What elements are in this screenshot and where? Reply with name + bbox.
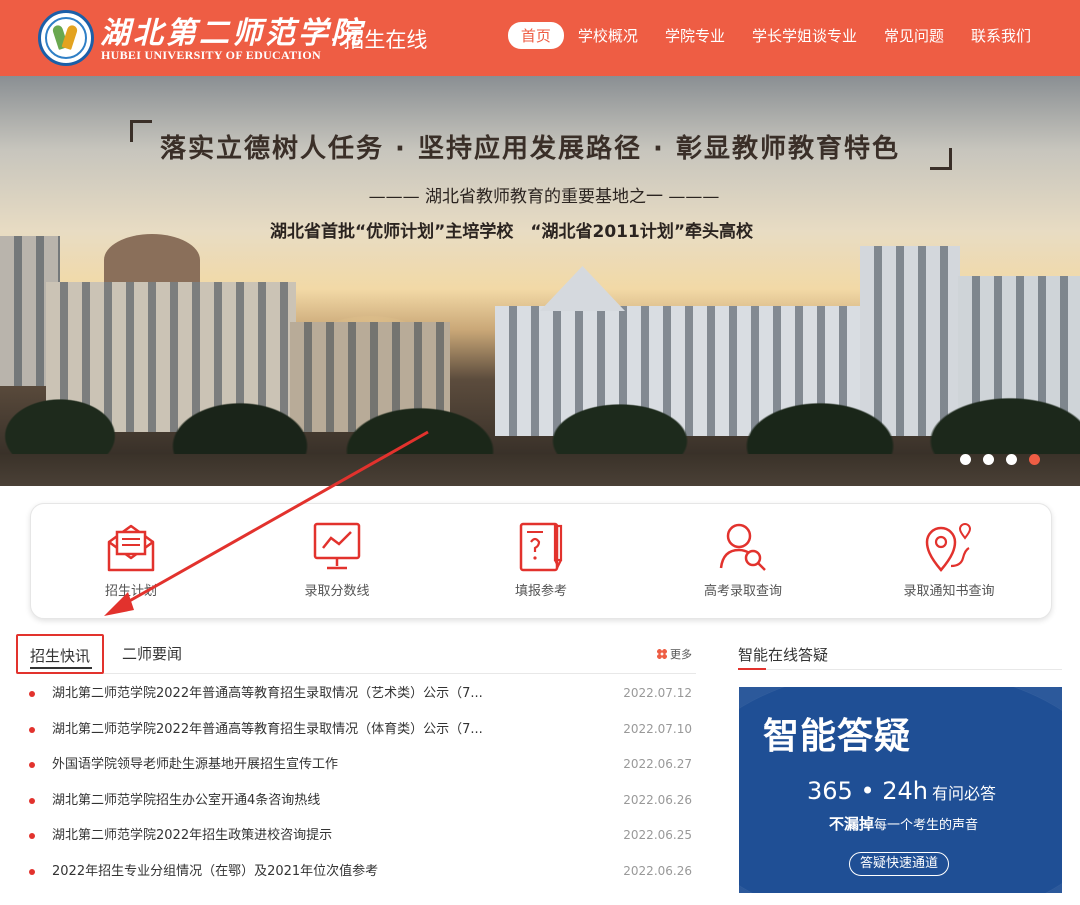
bullet-dot-icon — [29, 868, 35, 875]
side-divider — [738, 669, 1062, 670]
carousel-dot-2[interactable] — [983, 454, 994, 465]
quick-link-admission-query[interactable]: 高考录取查询 — [673, 518, 813, 599]
grid-dots-icon — [657, 649, 667, 659]
bullet-dot-icon — [29, 691, 35, 697]
carousel-dot-4[interactable] — [1029, 454, 1040, 465]
building-gable — [540, 266, 625, 311]
envelope-doc-icon — [107, 524, 155, 572]
quick-link-label: 录取通知书查询 — [903, 584, 995, 599]
qa-card-sub-bold: 不漏掉 — [829, 815, 875, 833]
qa-card-heading: 智能答疑 — [763, 716, 912, 757]
more-label: 更多 — [670, 648, 692, 661]
tab-enrollment-news[interactable]: 招生快讯 — [16, 634, 104, 674]
qa-card-sub-rest: 每一个考生的声音 — [874, 818, 979, 833]
bullet-dot-icon — [29, 833, 35, 839]
nav-item-home[interactable]: 首页 — [507, 22, 564, 49]
nav-item-contact[interactable]: 联系我们 — [958, 22, 1044, 49]
nav-item-overview[interactable]: 学校概况 — [565, 22, 651, 49]
quick-links-panel: 招生计划 录取分数线 填报参考 高考录取查询 录取通知书查询 — [30, 503, 1052, 619]
qa-card-hours-main: 365 • 24h — [807, 777, 928, 805]
hero-banner[interactable]: 落实立德树人任务 · 坚持应用发展路径 · 彰显教师教育特色 ——— 湖北省教师… — [0, 76, 1080, 486]
smart-qa-card[interactable]: 智能答疑 365 • 24h 有问必答 不漏掉每一个考生的声音 答疑快速通道 — [739, 687, 1062, 893]
quick-link-label: 招生计划 — [104, 584, 157, 599]
carousel-dot-3[interactable] — [1006, 454, 1017, 465]
news-date: 2022.07.12 — [623, 686, 692, 700]
news-date: 2022.06.25 — [623, 828, 692, 842]
banner-slogan-main: 落实立德树人任务 · 坚持应用发展路径 · 彰显教师教育特色 — [160, 134, 900, 164]
news-title[interactable]: 湖北第二师范学院2022年普通高等教育招生录取情况（艺术类）公示（7... — [52, 676, 483, 712]
list-item[interactable]: 2022年招生专业分组情况（在鄂）及2021年位次值参考 2022.06.26 — [24, 854, 694, 890]
slogan-bracket-left — [130, 120, 152, 142]
university-emblem-icon[interactable] — [38, 10, 94, 66]
news-title[interactable]: 湖北第二师范学院2022年招生政策进校咨询提示 — [52, 818, 332, 854]
slogan-bracket-right — [930, 148, 952, 170]
tab-school-news[interactable]: 二师要闻 — [122, 634, 182, 674]
quick-link-label: 高考录取查询 — [703, 584, 782, 599]
chart-monitor-icon — [313, 522, 361, 570]
carousel-dot-1[interactable] — [960, 454, 971, 465]
logo-chinese-name[interactable]: 湖北第二师范学院 — [100, 8, 364, 52]
news-title[interactable]: 2022年招生专业分组情况（在鄂）及2021年位次值参考 — [52, 854, 378, 890]
news-title[interactable]: 湖北第二师范学院2022年普通高等教育招生录取情况（体育类）公示（7... — [52, 712, 483, 748]
quick-link-enrollment-plan[interactable]: 招生计划 — [61, 518, 201, 599]
side-section-title: 智能在线答疑 — [738, 646, 829, 664]
tab-label: 招生快讯 — [29, 647, 90, 665]
quick-link-label: 录取分数线 — [304, 584, 370, 599]
banner-slogan-sub: ——— 湖北省教师教育的重要基地之一 ——— — [368, 187, 720, 207]
list-item[interactable]: 湖北第二师范学院招生办公室开通4条咨询热线 2022.06.26 — [24, 783, 694, 819]
guide-book-icon — [519, 522, 563, 572]
news-title[interactable]: 湖北第二师范学院招生办公室开通4条咨询热线 — [52, 783, 320, 819]
quick-link-notice-query[interactable]: 录取通知书查询 — [879, 518, 1019, 599]
side-title-accent — [738, 668, 766, 670]
logo-english-name: HUBEI UNIVERSITY OF EDUCATION — [101, 48, 321, 62]
list-item[interactable]: 湖北第二师范学院2022年普通高等教育招生录取情况（艺术类）公示（7... 20… — [24, 676, 694, 712]
user-search-icon — [719, 523, 766, 571]
banner-ground — [0, 454, 1080, 486]
active-tab-underline — [30, 667, 92, 669]
news-date: 2022.07.10 — [623, 721, 692, 736]
news-title[interactable]: 外国语学院领导老师赴生源基地开展招生宣传工作 — [52, 747, 338, 783]
list-item[interactable]: 湖北第二师范学院2022年普通高等教育招生录取情况（体育类）公示（7... 20… — [24, 712, 694, 748]
top-header: 湖北第二师范学院 HUBEI UNIVERSITY OF EDUCATION ·… — [0, 0, 1080, 76]
more-link[interactable]: 更多 — [657, 646, 692, 662]
qa-card-sub: 不漏掉每一个考生的声音 — [829, 813, 978, 834]
bullet-dot-icon — [29, 762, 35, 768]
news-date: 2022.06.26 — [623, 863, 692, 878]
map-pin-icon — [925, 523, 972, 572]
main-nav: 首页 学校概况 学院专业 学长学姐谈专业 常见问题 联系我们 — [507, 22, 1044, 49]
qa-card-hours-small: 有问必答 — [931, 784, 996, 803]
bullet-dot-icon — [29, 797, 35, 804]
news-list: 湖北第二师范学院2022年普通高等教育招生录取情况（艺术类）公示（7... 20… — [24, 676, 694, 889]
news-date: 2022.06.27 — [623, 757, 692, 771]
quick-link-score-line[interactable]: 录取分数线 — [267, 518, 407, 599]
qa-card-hours: 365 • 24h 有问必答 — [807, 777, 996, 805]
list-item[interactable]: 湖北第二师范学院2022年招生政策进校咨询提示 2022.06.25 — [24, 818, 694, 854]
banner-slogan-plans: 湖北省首批“优师计划”主培学校 “湖北省2011计划”牵头高校 — [270, 222, 754, 242]
nav-item-majors[interactable]: 学院专业 — [652, 22, 738, 49]
news-date: 2022.06.26 — [623, 792, 692, 807]
site-subtitle: · 招生在线 — [330, 28, 428, 52]
quick-link-guide[interactable]: 填报参考 — [471, 518, 611, 599]
quick-link-label: 填报参考 — [514, 584, 567, 599]
nav-item-faq[interactable]: 常见问题 — [871, 22, 957, 49]
news-tabs: 招生快讯 二师要闻 更多 — [16, 634, 696, 674]
bullet-dot-icon — [29, 726, 35, 733]
list-item[interactable]: 外国语学院领导老师赴生源基地开展招生宣传工作 2022.06.27 — [24, 747, 694, 783]
qa-fast-channel-button[interactable]: 答疑快速通道 — [849, 852, 949, 876]
building-dome — [104, 234, 200, 286]
carousel-dots — [960, 454, 1040, 465]
nav-item-senior-talks[interactable]: 学长学姐谈专业 — [739, 22, 870, 49]
